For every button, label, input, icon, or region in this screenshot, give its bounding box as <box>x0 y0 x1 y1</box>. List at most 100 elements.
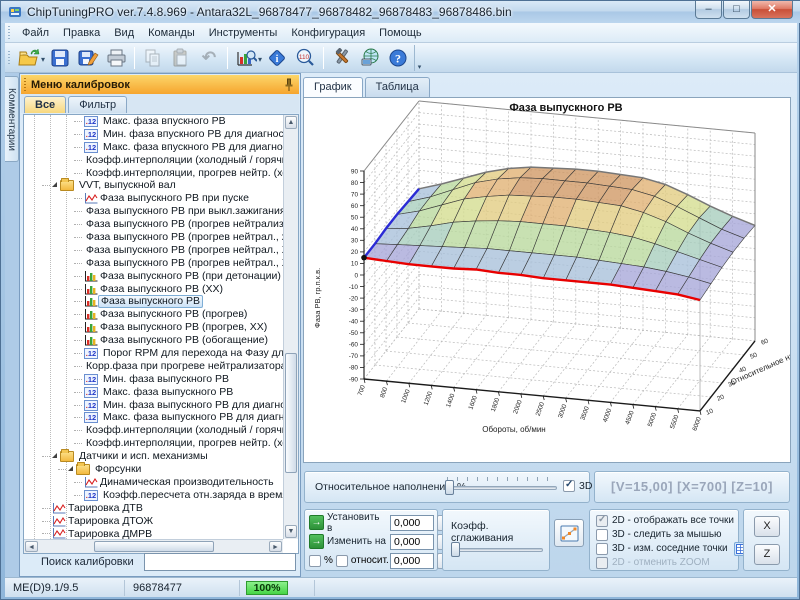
comments-side-tab[interactable]: Комментарии <box>5 76 19 162</box>
tab-graph[interactable]: График <box>303 77 363 97</box>
tree-item[interactable]: Тарировка ДМРВ <box>24 528 283 540</box>
tree-item[interactable]: Коэфф.интерполяции (холодный / горячий ) <box>24 154 283 167</box>
tree-item[interactable]: .12Макс. фаза впускного РВ для диагности… <box>24 141 283 154</box>
save-button[interactable] <box>47 45 73 71</box>
tree-item[interactable]: Фаза выпускного РВ (ХХ) <box>24 283 283 296</box>
tab-filter[interactable]: Фильтр <box>68 96 127 113</box>
panel-grip[interactable] <box>23 78 28 92</box>
apply-smoothing-button[interactable] <box>554 519 584 547</box>
search-input[interactable] <box>144 553 296 571</box>
change-value-button[interactable]: → <box>309 534 324 549</box>
option-checkbox[interactable] <box>596 515 608 527</box>
tree-folder[interactable]: Форсунки <box>24 463 283 476</box>
tree-item[interactable]: Динамическая производительность <box>24 476 283 489</box>
tree-item[interactable]: Фаза выпускного РВ (прогрев нейтрал., хо… <box>24 231 283 244</box>
zoom-110-button[interactable]: 110 <box>292 45 318 71</box>
tree-item[interactable]: Фаза выпускного РВ при пуске <box>24 192 283 205</box>
scroll-thumb[interactable] <box>94 541 214 552</box>
scroll-thumb[interactable] <box>285 353 297 473</box>
menu-6[interactable]: Помощь <box>372 25 429 41</box>
save-as-button[interactable] <box>75 45 101 71</box>
tree-item[interactable]: .12Мин. фаза впускного РВ для диагностик… <box>24 128 283 141</box>
undo-button[interactable]: ↶ <box>196 45 222 71</box>
z-axis-button[interactable]: Z <box>754 544 780 565</box>
menu-2[interactable]: Вид <box>107 25 141 41</box>
tree-connector <box>74 121 82 122</box>
copy-button[interactable] <box>140 45 166 71</box>
tree-item[interactable]: .12Порог RPM для перехода на Фазу для ре… <box>24 347 283 360</box>
tab-all[interactable]: Все <box>24 96 66 113</box>
minimize-button[interactable]: – <box>695 1 722 19</box>
tree-item[interactable]: .12Мин. фаза выпускного РВ для диагности… <box>24 399 283 412</box>
chart-view-dropdown-arrow[interactable]: ▾ <box>258 55 262 64</box>
close-button[interactable]: ✕ <box>751 1 793 19</box>
menu-0[interactable]: Файл <box>15 25 56 41</box>
menu-5[interactable]: Конфигурация <box>284 25 372 41</box>
menu-1[interactable]: Правка <box>56 25 107 41</box>
open-dropdown-arrow[interactable]: ▾ <box>41 55 45 64</box>
print-button[interactable] <box>103 45 129 71</box>
network-globe-icon <box>360 48 381 68</box>
maximize-button[interactable]: □ <box>723 1 750 19</box>
tree-item[interactable]: Тарировка ДТОЖ <box>24 515 283 528</box>
tree-item[interactable]: Фаза выпускного РВ при выкл.зажигания <box>24 205 283 218</box>
percent-checkbox[interactable] <box>309 555 321 567</box>
set-value-button[interactable]: → <box>309 515 324 530</box>
tree-item[interactable]: .12Коэфф.пересчета отн.заряда в время вп… <box>24 489 283 502</box>
expand-arrow-icon[interactable] <box>68 466 73 471</box>
tree-item[interactable]: Коэфф.интерполяции (холодный / горячий ) <box>24 424 283 437</box>
help-button[interactable]: ? <box>385 45 411 71</box>
x-axis-button[interactable]: X <box>754 516 780 537</box>
info-button[interactable]: i <box>264 45 290 71</box>
tree-item[interactable]: Корр.фаза при прогреве нейтрализатора <box>24 360 283 373</box>
set-value-input[interactable] <box>390 515 434 531</box>
tree-item[interactable]: Тарировка ДТВ <box>24 502 283 515</box>
tree-folder[interactable]: Датчики и исп. механизмы <box>24 450 283 463</box>
menu-4[interactable]: Инструменты <box>202 25 285 41</box>
relative-checkbox[interactable] <box>336 555 348 567</box>
expand-arrow-icon[interactable] <box>52 453 57 458</box>
option-checkbox[interactable] <box>596 529 608 541</box>
tree-item[interactable]: Фаза выпускного РВ (прогрев) <box>24 308 283 321</box>
change-value-input[interactable] <box>390 534 434 550</box>
menubar-grip[interactable] <box>7 26 12 40</box>
tree-item[interactable]: Фаза выпускного РВ (обогащение) <box>24 334 283 347</box>
view-3d-checkbox[interactable] <box>563 480 575 492</box>
tree-item-label: Мин. фаза выпускного РВ для диагностики <box>101 399 283 412</box>
expand-arrow-icon[interactable] <box>52 182 57 187</box>
chart-view-button[interactable] <box>233 45 259 71</box>
tree-item[interactable]: .12Макс. фаза выпускного РВ для диагност… <box>24 411 283 424</box>
tree-item[interactable]: Фаза выпускного РВ (прогрев, ХХ) <box>24 321 283 334</box>
tab-table[interactable]: Таблица <box>365 77 430 97</box>
option-checkbox[interactable] <box>596 543 608 555</box>
tree-item[interactable]: Фаза выпускного РВ <box>24 295 283 308</box>
option-checkbox[interactable] <box>596 557 608 569</box>
pin-icon[interactable] <box>283 78 295 92</box>
open-file-button[interactable] <box>16 45 42 71</box>
surface-chart[interactable]: 9080706050403020100-10-20-30-40-50-60-70… <box>303 97 791 463</box>
scroll-right-arrow[interactable]: ► <box>269 541 282 552</box>
relative-value-input[interactable] <box>390 553 434 569</box>
settings-button[interactable] <box>329 45 355 71</box>
toolbar-grip[interactable] <box>7 51 12 65</box>
scroll-up-arrow[interactable]: ▲ <box>285 116 297 129</box>
tree-vertical-scrollbar[interactable]: ▲ ▼ <box>283 115 298 539</box>
online-button[interactable] <box>357 45 383 71</box>
tree-horizontal-scrollbar[interactable]: ◄ ► <box>24 539 283 553</box>
title-bar[interactable]: ChipTuningPRO ver.7.4.8.969 - Antara32L_… <box>1 1 800 23</box>
scroll-left-arrow[interactable]: ◄ <box>25 541 38 552</box>
scroll-down-arrow[interactable]: ▼ <box>285 525 297 538</box>
tree-item[interactable]: Фаза выпускного РВ (прогрев нейтрал., ХХ… <box>24 257 283 270</box>
tree-item[interactable]: Фаза выпускного РВ (прогрев нейтрализато… <box>24 218 283 231</box>
tree-item[interactable]: .12Мин. фаза выпускного РВ <box>24 373 283 386</box>
tree-folder[interactable]: VVT, выпускной вал <box>24 179 283 192</box>
menu-3[interactable]: Команды <box>141 25 202 41</box>
load-slider[interactable] <box>445 480 557 494</box>
toolbar-overflow-chevron[interactable]: ▾ <box>414 45 424 71</box>
tree-item[interactable]: .12Макс. фаза выпускного РВ <box>24 386 283 399</box>
tree-item[interactable]: Фаза выпускного РВ (при детонации) <box>24 270 283 283</box>
tree-item[interactable]: Фаза выпускного РВ (прогрев нейтрал., ХХ… <box>24 244 283 257</box>
tree-item[interactable]: .12Макс. фаза впускного РВ <box>24 115 283 128</box>
smoothing-slider[interactable] <box>451 542 543 556</box>
paste-button[interactable] <box>168 45 194 71</box>
